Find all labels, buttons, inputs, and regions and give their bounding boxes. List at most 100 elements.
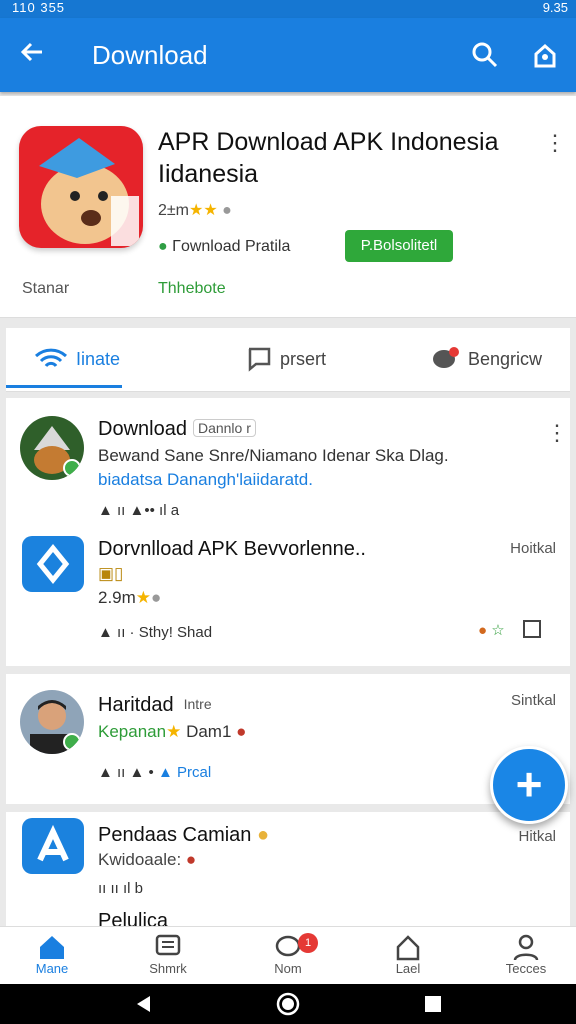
post-author: Pendaas Camian ● [98, 824, 269, 847]
download-icon: ● [151, 588, 162, 607]
post-side-label: Hitkal [518, 828, 556, 845]
feed-card: Haritdad Intre Sintkal Kepanan★ Dam1 ● ▲ … [6, 674, 570, 804]
star-icon: ★ [166, 722, 182, 741]
post-author: Haritdad Intre [98, 694, 216, 717]
nav-item-shmrk[interactable]: Shmrk [128, 933, 208, 976]
emoji-icon: ● [257, 824, 270, 846]
like-icon[interactable]: ▲ [98, 624, 113, 641]
wifi-icon [34, 348, 68, 368]
post-actions-text: ıı · Sthy! Shad [117, 624, 213, 641]
system-nav-bar [0, 984, 576, 1024]
tab-0[interactable]: Iinate [34, 328, 120, 390]
more-vert-icon[interactable]: ⋮ [544, 132, 566, 154]
like-icon[interactable]: ▲ [158, 764, 173, 781]
back-arrow-icon[interactable] [18, 38, 46, 72]
install-button[interactable]: P.Bolsolitetl [345, 230, 453, 262]
app-bar: Download [0, 18, 576, 92]
notification-badge: 1 [298, 933, 318, 953]
character-emoji-icon: ● [185, 850, 197, 869]
post-actions[interactable]: ▲ ıı ▲ • ▲ Prcal [98, 764, 211, 781]
rating-value: 2.9m [98, 588, 136, 607]
plus-icon: + [515, 758, 543, 810]
tab-bar: Iinate prsert Bengricw [6, 328, 570, 392]
more-vert-icon[interactable]: ⋮ [546, 422, 568, 444]
app-publisher: ● Γownload Pratila [158, 238, 290, 256]
post-author: Download Dannlo r [98, 418, 256, 441]
status-bar: 110 355 9.35 [0, 0, 576, 18]
post-actions[interactable]: ıı ıı ıl b [98, 880, 143, 897]
message-bubble-icon [433, 347, 459, 368]
like-icon[interactable]: ▲ ıı ▲ • [98, 764, 154, 781]
tab-indicator [6, 385, 122, 388]
post-rating: 2.9m★● [98, 588, 161, 608]
app-store-icon [22, 818, 84, 874]
post-sub: Kwidoaale: ● [98, 850, 196, 870]
post-sub: Kepanan★ Dam1 ● [98, 722, 246, 742]
publisher-name: Γownload Pratila [172, 238, 291, 255]
checkbox-icon[interactable] [522, 620, 541, 638]
left-label: Stanar [22, 280, 70, 297]
system-home-icon[interactable] [276, 992, 300, 1016]
house-outline-icon [396, 935, 420, 961]
list-item[interactable]: Pendaas Camian ● Hitkal Kwidoaale: ● ıı … [6, 812, 570, 916]
star-icon: ★★ [189, 202, 218, 219]
feed-card: Pendaas Camian ● Hitkal Kwidoaale: ● ıı … [6, 812, 570, 926]
nav-label: Shmrk [149, 961, 187, 976]
search-icon[interactable] [470, 40, 502, 72]
feed-card: Download Dannlo r ⋮ Bewand Sane Snre/Niam… [6, 398, 570, 666]
list-item[interactable]: Haritdad Intre Sintkal Kepanan★ Dam1 ● ▲ … [6, 674, 570, 804]
tab-0-label: Iinate [76, 348, 121, 369]
reaction-emoji-icon: ● [478, 622, 488, 639]
app-store-icon [22, 536, 84, 592]
avatar [20, 690, 84, 754]
post-actions-text: Prcal [176, 764, 212, 781]
post-actions[interactable]: ▲ ıı · Sthy! Shad [98, 624, 212, 641]
message-icon [155, 934, 181, 956]
star-icon: ★ [135, 588, 152, 607]
nav-label: Mane [35, 961, 69, 976]
list-item[interactable]: Pelulica [6, 910, 570, 926]
post-side-label: Sintkal [510, 692, 556, 709]
person-icon [513, 934, 539, 961]
tab-2[interactable]: Bengricw [432, 328, 542, 390]
avatar [20, 416, 84, 480]
post-line-2[interactable]: biadatsa Danangh'laiidaratd. [98, 470, 313, 490]
app-rating: 2±m★★ ● [158, 200, 232, 220]
app-title: APR Download APK Indonesia Iidanesia [158, 128, 499, 188]
add-fab-button[interactable]: + [490, 746, 568, 824]
publisher-logo-icon: ● [158, 238, 168, 255]
post-sub-text: Kepanan [98, 722, 167, 741]
home-icon [40, 936, 64, 959]
post-actions[interactable]: ▲ ıı ▲•• ıl a [98, 502, 179, 519]
sparkle-icon: ☆ [491, 622, 505, 639]
account-icon[interactable] [530, 40, 562, 72]
list-item[interactable]: Download Dannlo r ⋮ Bewand Sane Snre/Niam… [6, 398, 570, 532]
nav-item-nom[interactable]: Nom 1 [248, 933, 328, 976]
app-header-card: APR Download APK Indonesia Iidanesia ⋮ 2… [0, 96, 576, 318]
post-side-label: Hoitkal [510, 540, 556, 557]
nav-label: Lael [395, 961, 421, 976]
nav-item-lael[interactable]: Lael [368, 933, 448, 976]
nav-label: Nom [274, 961, 302, 976]
list-item[interactable]: Dorvnlload APK Bevvorlenne.. Hoitkal ▣▯ … [6, 532, 570, 666]
post-line-1: Bewand Sane Snre/Niamano Idenar Ska Dlag… [98, 446, 449, 465]
post-reactions[interactable]: ● ☆ [478, 620, 541, 639]
post-sub-text-2: Dam1 [186, 722, 232, 741]
post-chip: Intre [183, 696, 212, 712]
nav-item-home[interactable]: Mane [12, 933, 92, 976]
green-label[interactable]: Thhebote [158, 280, 226, 298]
system-back-icon[interactable] [134, 994, 154, 1014]
post-chip: Dannlo r [192, 419, 256, 437]
tab-1-label: prsert [280, 348, 327, 369]
post-author-name: Download [98, 418, 187, 440]
status-left: 110 355 [12, 0, 66, 15]
post-sub-text: Kwidoaale: [98, 850, 182, 869]
page-title: Download [92, 40, 208, 70]
chat-icon [248, 347, 271, 372]
system-recents-icon[interactable] [424, 995, 442, 1013]
tab-1[interactable]: prsert [246, 328, 326, 390]
post-author-name: Dorvnlload APK Bevvorlenne.. [98, 538, 366, 560]
nav-item-profile[interactable]: Tecces [486, 933, 566, 976]
character-emoji-icon: ● [236, 722, 247, 741]
app-icon [19, 126, 143, 248]
